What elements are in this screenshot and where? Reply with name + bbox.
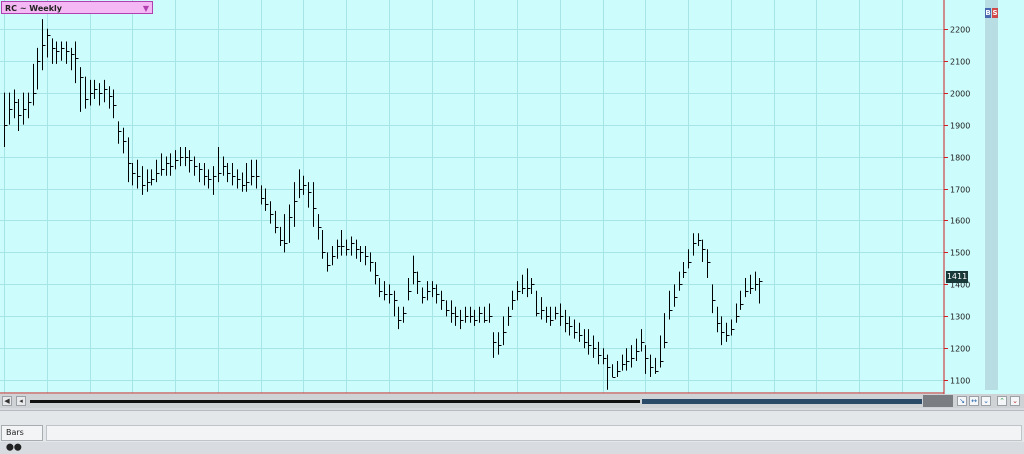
bars-toggle-icon: ⬤⬤ xyxy=(6,443,22,451)
right-panel-strip xyxy=(985,0,998,390)
status-bar: Bars ⬤⬤ xyxy=(0,410,1024,451)
chart-scroll-bar: ◀ ◂ ↘ ↔ ⌄ ⌃ ⌄ xyxy=(0,394,1024,408)
zoom-icon[interactable]: ↘ xyxy=(957,396,967,406)
sell-button[interactable]: S xyxy=(992,8,998,18)
status-field xyxy=(46,425,1022,441)
symbol-label: RC ~ Weekly xyxy=(5,4,62,13)
chart-canvas: 1100120013001400150016001700180019002000… xyxy=(0,0,1024,406)
price-tick-label: 1600 xyxy=(950,217,970,226)
buy-button[interactable]: B xyxy=(985,8,991,18)
price-tick-label: 1900 xyxy=(950,122,970,131)
price-tick-label: 1200 xyxy=(950,345,970,354)
price-tick-label: 1700 xyxy=(950,186,970,195)
price-tick-label: 2000 xyxy=(950,90,970,99)
scroll-thumb[interactable] xyxy=(642,399,922,404)
fit-icon[interactable]: ↔ xyxy=(969,396,979,406)
price-tick-label: 1500 xyxy=(950,249,970,258)
chevron-down-icon: ▼ xyxy=(142,4,149,13)
price-tick-label: 2100 xyxy=(950,58,970,67)
scroll-prev-icon[interactable]: ◂ xyxy=(16,396,26,406)
scroll-track[interactable] xyxy=(30,400,640,403)
restore-icon[interactable]: ⌄ xyxy=(1010,396,1020,406)
price-tick-label: 1800 xyxy=(950,154,970,163)
price-tick-label: 1300 xyxy=(950,313,970,322)
plot-background xyxy=(0,0,944,394)
tab-bars[interactable]: Bars ⬤⬤ xyxy=(1,425,43,451)
price-tick-label: 2200 xyxy=(950,26,970,35)
expand-icon[interactable]: ⌄ xyxy=(981,396,991,406)
scroll-spacer xyxy=(923,395,953,407)
scroll-left-icon[interactable]: ◀ xyxy=(2,396,12,406)
price-tick-label: 1100 xyxy=(950,377,970,386)
symbol-dropdown[interactable]: RC ~ Weekly ▼ xyxy=(1,1,153,14)
bars-tab-label: Bars xyxy=(6,428,24,437)
last-price-label: 1411 xyxy=(946,271,968,283)
buy-sell-buttons: B S xyxy=(985,8,998,18)
collapse-icon[interactable]: ⌃ xyxy=(997,396,1007,406)
price-chart[interactable]: 1100 1200 1300 1400 1500 1600 1700 1800 1900 2000… xyxy=(0,0,1024,408)
